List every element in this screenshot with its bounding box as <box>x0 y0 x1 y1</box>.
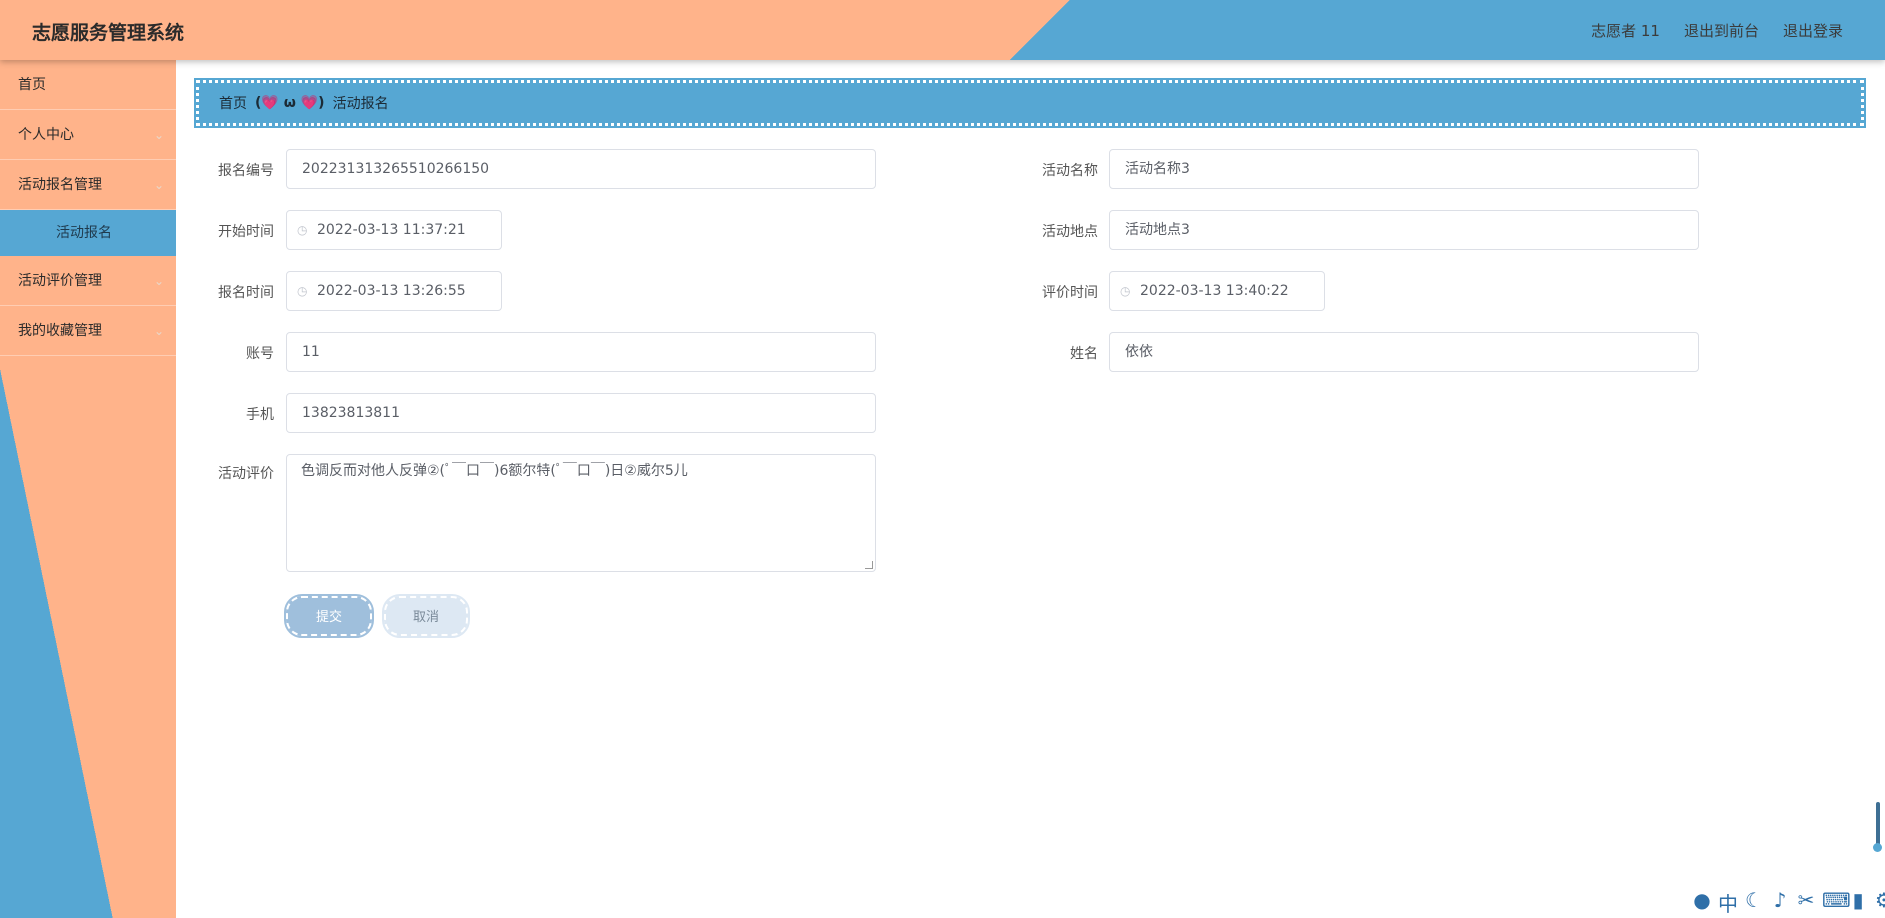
sidebar-item-label: 首页 <box>18 77 46 93</box>
sidebar-item-label: 个人中心 <box>18 127 74 143</box>
chevron-down-icon: ⌄ <box>153 178 164 192</box>
sidebar-item-label: 我的收藏管理 <box>18 323 102 339</box>
chevron-down-icon: ⌄ <box>153 128 164 142</box>
logout-link[interactable]: 退出登录 <box>1783 20 1843 41</box>
name-label: 姓名 <box>1070 346 1098 362</box>
cancel-button[interactable]: 取消 <box>382 594 470 638</box>
review-time-value: 2022-03-13 13:40:22 <box>1140 283 1289 299</box>
sidebar-item-personal-center[interactable]: 个人中心 ⌄ <box>0 110 176 160</box>
signup-time-picker[interactable]: ◷ 2022-03-13 13:26:55 <box>286 271 502 311</box>
scrollbar-handle[interactable] <box>1873 843 1882 852</box>
keyboard-icon[interactable]: ⌨ <box>1822 888 1851 912</box>
chevron-down-icon: ⌄ <box>153 324 164 338</box>
sidebar-item-label: 活动评价管理 <box>18 273 102 289</box>
breadcrumb-current: 活动报名 <box>332 96 389 112</box>
signup-no-label: 报名编号 <box>218 163 274 179</box>
start-time-label: 开始时间 <box>218 224 274 240</box>
clock-icon: ◷ <box>1120 284 1131 298</box>
sidebar-item-signup-management[interactable]: 活动报名管理 ⌄ <box>0 160 176 210</box>
sidebar-item-favorites-management[interactable]: 我的收藏管理 ⌄ <box>0 306 176 356</box>
sidebar-item-activity-signup[interactable]: 活动报名 <box>0 210 176 256</box>
account-label: 账号 <box>246 346 274 362</box>
breadcrumb-home[interactable]: 首页 <box>219 93 247 113</box>
review-textarea[interactable]: 色调反而对他人反弹②(ﾟ￣口￣)6额尔特(ﾟ￣口￣)日②威尔5儿 <box>286 454 876 572</box>
start-time-picker[interactable]: ◷ 2022-03-13 11:37:21 <box>286 210 502 250</box>
resize-handle[interactable] <box>865 561 873 569</box>
clock-icon: ◷ <box>297 223 308 237</box>
sidebar-item-label: 活动报名管理 <box>18 177 102 193</box>
settings-icon[interactable]: ⚙ <box>1874 888 1885 912</box>
chevron-down-icon: ⌄ <box>153 274 164 288</box>
signup-time-value: 2022-03-13 13:26:55 <box>317 283 466 299</box>
chinese-mode-icon[interactable]: 中 <box>1718 888 1738 916</box>
breadcrumb: 首页 (💗 ω 💗) 活动报名 <box>194 78 1866 128</box>
sidebar: 首页 个人中心 ⌄ 活动报名管理 ⌄ 活动报名 活动评价管理 ⌄ 我的收藏管理 … <box>0 60 176 918</box>
name-field[interactable]: 依依 <box>1109 332 1699 372</box>
activity-name-label: 活动名称 <box>1042 163 1098 179</box>
activity-location-label: 活动地点 <box>1042 224 1098 240</box>
account-field[interactable]: 11 <box>286 332 876 372</box>
back-to-front-link[interactable]: 退出到前台 <box>1684 20 1759 41</box>
app-title: 志愿服务管理系统 <box>32 22 185 44</box>
start-time-value: 2022-03-13 11:37:21 <box>317 222 466 238</box>
review-text: 色调反而对他人反弹②(ﾟ￣口￣)6额尔特(ﾟ￣口￣)日②威尔5儿 <box>301 463 688 479</box>
punctuation-icon[interactable]: ☾ <box>1744 888 1764 912</box>
submit-button[interactable]: 提交 <box>284 594 374 638</box>
skin-icon[interactable]: ▮ <box>1848 888 1868 912</box>
sidebar-item-label: 活动报名 <box>56 225 112 241</box>
phone-field[interactable]: 13823813811 <box>286 393 876 433</box>
header-links: 志愿者 11 退出到前台 退出登录 <box>1591 20 1843 41</box>
sidebar-item-review-management[interactable]: 活动评价管理 ⌄ <box>0 256 176 306</box>
review-time-label: 评价时间 <box>1042 285 1098 301</box>
ime-logo-icon[interactable]: ● <box>1692 888 1712 912</box>
activity-location-field[interactable]: 活动地点3 <box>1109 210 1699 250</box>
clock-icon: ◷ <box>297 284 308 298</box>
review-time-picker[interactable]: ◷ 2022-03-13 13:40:22 <box>1109 271 1325 311</box>
ime-toolbar: ● 中 ☾ ♪ ✂ ⌨ ▮ ⚙ <box>1692 888 1885 916</box>
review-label: 活动评价 <box>218 466 274 482</box>
user-name: 志愿者 11 <box>1591 22 1660 40</box>
tools-icon[interactable]: ✂ <box>1796 888 1816 912</box>
signup-no-field[interactable]: 202231313265510266150 <box>286 149 876 189</box>
voice-icon[interactable]: ♪ <box>1770 888 1790 912</box>
phone-label: 手机 <box>246 407 274 423</box>
sidebar-item-home[interactable]: 首页 <box>0 60 176 110</box>
signup-time-label: 报名时间 <box>218 285 274 301</box>
breadcrumb-separator: (💗 ω 💗) <box>255 95 325 111</box>
top-header: 志愿服务管理系统 志愿者 11 退出到前台 退出登录 <box>0 0 1885 60</box>
activity-name-field[interactable]: 活动名称3 <box>1109 149 1699 189</box>
